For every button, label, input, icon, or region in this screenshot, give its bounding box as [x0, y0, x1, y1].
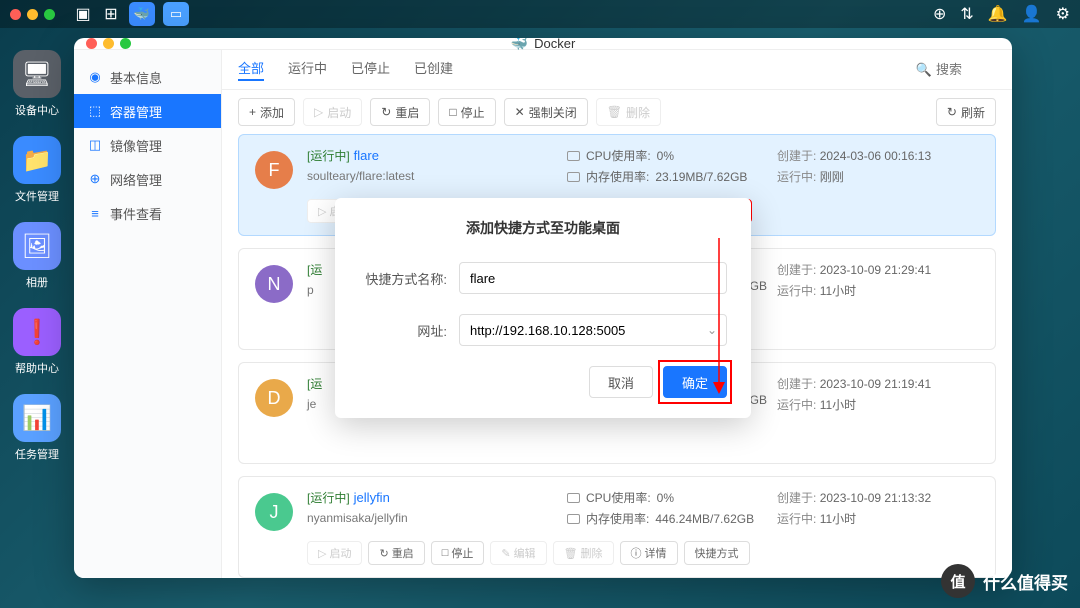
watermark-badge: 值	[941, 564, 975, 598]
desktop-icon-device[interactable]: 🖥设备中心	[8, 50, 66, 118]
globe-icon[interactable]: ⊕	[933, 4, 946, 24]
desktop-icon-tasks[interactable]: 📊任务管理	[8, 394, 66, 462]
files-app-icon[interactable]: ▭	[163, 2, 189, 26]
name-input[interactable]	[459, 262, 727, 294]
url-label: 网址:	[359, 321, 459, 340]
watermark-text: 什么值得买	[983, 569, 1068, 594]
name-label: 快捷方式名称:	[359, 269, 459, 288]
modal-title: 添加快捷方式至功能桌面	[359, 218, 727, 238]
desktop-icon-photos[interactable]: 🖼相册	[8, 222, 66, 290]
transfer-icon[interactable]: ⇅	[960, 4, 973, 24]
shortcut-modal: 添加快捷方式至功能桌面 快捷方式名称: 网址: ⌄ 取消 确定	[335, 198, 751, 418]
desktop-icon-files[interactable]: 📁文件管理	[8, 136, 66, 204]
maximize-button[interactable]	[44, 9, 55, 20]
watermark: 值 什么值得买	[941, 564, 1068, 598]
traffic-lights	[10, 9, 55, 20]
confirm-button[interactable]: 确定	[663, 366, 727, 398]
docker-app-icon[interactable]: 🐳	[129, 2, 155, 26]
cancel-button[interactable]: 取消	[589, 366, 653, 398]
modal-overlay: 添加快捷方式至功能桌面 快捷方式名称: 网址: ⌄ 取消 确定	[74, 38, 1012, 578]
close-button[interactable]	[10, 9, 21, 20]
bell-icon[interactable]: 🔔	[988, 4, 1008, 24]
user-icon[interactable]: 👤	[1022, 4, 1042, 24]
desktop-icon-help[interactable]: ❗帮助中心	[8, 308, 66, 376]
desktop-icons: 🖥设备中心 📁文件管理 🖼相册 ❗帮助中心 📊任务管理	[8, 50, 66, 462]
grid-icon[interactable]: ⊞	[101, 4, 121, 24]
folder-icon[interactable]: ▣	[73, 4, 93, 24]
menubar-right: ⊕ ⇅ 🔔 👤 ⚙	[933, 4, 1070, 24]
url-input[interactable]	[459, 314, 727, 346]
gear-icon[interactable]: ⚙	[1056, 4, 1070, 24]
system-menubar: ▣ ⊞ 🐳 ▭ ⊕ ⇅ 🔔 👤 ⚙	[0, 0, 1080, 28]
docker-window: 🐳 Docker ◉基本信息 ⬚容器管理 ◫镜像管理 ⊕网络管理 ≡事件查看 全…	[74, 38, 1012, 578]
minimize-button[interactable]	[27, 9, 38, 20]
